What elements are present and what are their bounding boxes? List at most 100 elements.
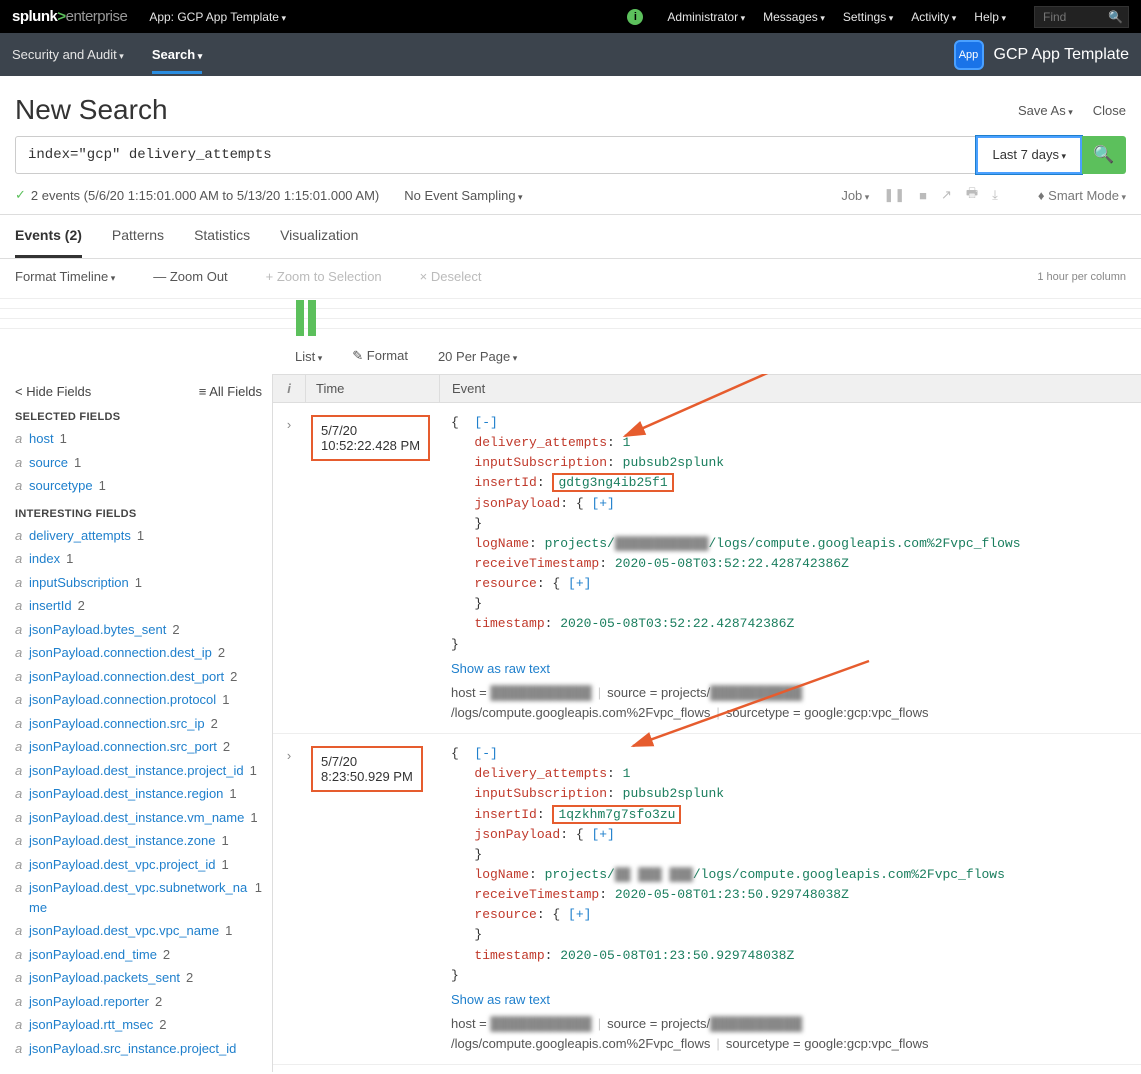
- field-name[interactable]: jsonPayload.dest_instance.region: [29, 784, 223, 804]
- field-row[interactable]: adelivery_attempts1: [15, 526, 262, 546]
- save-as-button[interactable]: Save As: [1018, 103, 1073, 118]
- field-row[interactable]: ajsonPayload.dest_instance.region1: [15, 784, 262, 804]
- field-name[interactable]: host: [29, 429, 54, 449]
- field-name[interactable]: jsonPayload.dest_vpc.subnetwork_name: [29, 878, 249, 917]
- field-name[interactable]: delivery_attempts: [29, 526, 131, 546]
- field-name[interactable]: jsonPayload.dest_instance.vm_name: [29, 808, 244, 828]
- search-icon[interactable]: 🔍: [1108, 10, 1123, 24]
- field-row[interactable]: ajsonPayload.reporter2: [15, 992, 262, 1012]
- field-name[interactable]: jsonPayload.bytes_sent: [29, 620, 166, 640]
- field-name[interactable]: jsonPayload.connection.protocol: [29, 690, 216, 710]
- smart-mode-dropdown[interactable]: ♦ Smart Mode: [1038, 188, 1126, 203]
- nav-security-audit[interactable]: Security and Audit: [12, 35, 124, 74]
- field-row[interactable]: ajsonPayload.dest_vpc.vpc_name1: [15, 921, 262, 941]
- expand-icon[interactable]: [+]: [568, 576, 591, 591]
- field-name[interactable]: jsonPayload.connection.dest_port: [29, 667, 224, 687]
- timeline-bar[interactable]: [308, 300, 316, 336]
- splunk-logo[interactable]: splunk>enterprise: [12, 8, 127, 25]
- hide-fields-button[interactable]: < Hide Fields: [15, 384, 91, 399]
- field-row[interactable]: ajsonPayload.dest_vpc.project_id1: [15, 855, 262, 875]
- close-button[interactable]: Close: [1093, 103, 1126, 118]
- expand-icon[interactable]: [+]: [568, 907, 591, 922]
- format-button[interactable]: ✎ Format: [352, 348, 408, 364]
- field-name[interactable]: jsonPayload.reporter: [29, 992, 149, 1012]
- menu-messages[interactable]: Messages: [763, 10, 825, 24]
- field-row[interactable]: ainsertId2: [15, 596, 262, 616]
- collapse-icon[interactable]: [-]: [474, 746, 497, 761]
- list-view-dropdown[interactable]: List: [295, 349, 322, 364]
- field-name[interactable]: jsonPayload.packets_sent: [29, 968, 180, 988]
- event-sampling-dropdown[interactable]: No Event Sampling: [404, 188, 522, 203]
- field-row[interactable]: ajsonPayload.bytes_sent2: [15, 620, 262, 640]
- field-name[interactable]: jsonPayload.connection.src_ip: [29, 714, 205, 734]
- field-row[interactable]: ahost1: [15, 429, 262, 449]
- zoom-out-button[interactable]: — Zoom Out: [153, 269, 227, 284]
- pause-icon[interactable]: ❚❚: [883, 187, 905, 203]
- field-name[interactable]: inputSubscription: [29, 573, 129, 593]
- time-range-picker[interactable]: Last 7 days: [976, 136, 1082, 174]
- all-fields-button[interactable]: ≡ All Fields: [199, 384, 262, 399]
- field-name[interactable]: jsonPayload.dest_vpc.project_id: [29, 855, 215, 875]
- field-row[interactable]: ajsonPayload.connection.src_port2: [15, 737, 262, 757]
- timeline-bar[interactable]: [296, 300, 304, 336]
- tab-events[interactable]: Events (2): [15, 215, 82, 258]
- format-timeline-button[interactable]: Format Timeline: [15, 269, 115, 284]
- per-page-dropdown[interactable]: 20 Per Page: [438, 349, 517, 364]
- deselect-label: Deselect: [431, 269, 482, 284]
- job-dropdown[interactable]: Job: [841, 188, 869, 203]
- tab-statistics[interactable]: Statistics: [194, 215, 250, 258]
- field-row[interactable]: ajsonPayload.dest_instance.project_id1: [15, 761, 262, 781]
- expand-row-icon[interactable]: ›: [273, 411, 305, 725]
- search-button[interactable]: 🔍: [1082, 136, 1126, 174]
- show-raw-text-link[interactable]: Show as raw text: [451, 990, 1129, 1010]
- print-icon[interactable]: 🖶: [966, 184, 978, 206]
- field-row[interactable]: ajsonPayload.connection.src_ip2: [15, 714, 262, 734]
- field-row[interactable]: ajsonPayload.dest_instance.zone1: [15, 831, 262, 851]
- field-row[interactable]: ajsonPayload.connection.dest_ip2: [15, 643, 262, 663]
- field-row[interactable]: aindex1: [15, 549, 262, 569]
- menu-administrator[interactable]: Administrator: [667, 10, 745, 24]
- search-input[interactable]: [15, 136, 977, 174]
- field-row[interactable]: ajsonPayload.dest_instance.vm_name1: [15, 808, 262, 828]
- field-name[interactable]: jsonPayload.end_time: [29, 945, 157, 965]
- field-name[interactable]: insertId: [29, 596, 72, 616]
- field-row[interactable]: asource1: [15, 453, 262, 473]
- field-row[interactable]: ajsonPayload.dest_vpc.subnetwork_name1: [15, 878, 262, 917]
- tab-visualization[interactable]: Visualization: [280, 215, 358, 258]
- field-row[interactable]: asourcetype1: [15, 476, 262, 496]
- field-row[interactable]: ajsonPayload.packets_sent2: [15, 968, 262, 988]
- menu-activity[interactable]: Activity: [911, 10, 956, 24]
- info-icon[interactable]: i: [627, 9, 643, 25]
- expand-icon[interactable]: [+]: [591, 827, 614, 842]
- field-row[interactable]: ajsonPayload.src_instance.project_id: [15, 1039, 262, 1059]
- tab-patterns[interactable]: Patterns: [112, 215, 164, 258]
- field-name[interactable]: index: [29, 549, 60, 569]
- field-name[interactable]: sourcetype: [29, 476, 93, 496]
- collapse-icon[interactable]: [-]: [474, 415, 497, 430]
- nav-search[interactable]: Search: [152, 35, 202, 74]
- field-row[interactable]: ajsonPayload.end_time2: [15, 945, 262, 965]
- field-name[interactable]: jsonPayload.dest_instance.project_id: [29, 761, 244, 781]
- field-row[interactable]: ajsonPayload.connection.dest_port2: [15, 667, 262, 687]
- app-context-dropdown[interactable]: App: GCP App Template: [149, 10, 286, 24]
- field-name[interactable]: jsonPayload.src_instance.project_id: [29, 1039, 236, 1059]
- show-raw-text-link[interactable]: Show as raw text: [451, 659, 1129, 679]
- field-name[interactable]: jsonPayload.dest_vpc.vpc_name: [29, 921, 219, 941]
- field-row[interactable]: ainputSubscription1: [15, 573, 262, 593]
- menu-help[interactable]: Help: [974, 10, 1006, 24]
- menu-settings[interactable]: Settings: [843, 10, 893, 24]
- stop-icon[interactable]: ■: [919, 188, 927, 203]
- field-name[interactable]: jsonPayload.rtt_msec: [29, 1015, 153, 1035]
- field-name[interactable]: jsonPayload.connection.src_port: [29, 737, 217, 757]
- expand-row-icon[interactable]: ›: [273, 742, 305, 1056]
- col-time[interactable]: Time: [305, 375, 439, 402]
- field-name[interactable]: jsonPayload.connection.dest_ip: [29, 643, 212, 663]
- export-icon[interactable]: ⤓: [992, 187, 998, 203]
- field-name[interactable]: source: [29, 453, 68, 473]
- timeline[interactable]: [0, 290, 1141, 338]
- share-icon[interactable]: ↗: [941, 187, 952, 203]
- expand-icon[interactable]: [+]: [591, 496, 614, 511]
- field-name[interactable]: jsonPayload.dest_instance.zone: [29, 831, 215, 851]
- field-row[interactable]: ajsonPayload.rtt_msec2: [15, 1015, 262, 1035]
- field-row[interactable]: ajsonPayload.connection.protocol1: [15, 690, 262, 710]
